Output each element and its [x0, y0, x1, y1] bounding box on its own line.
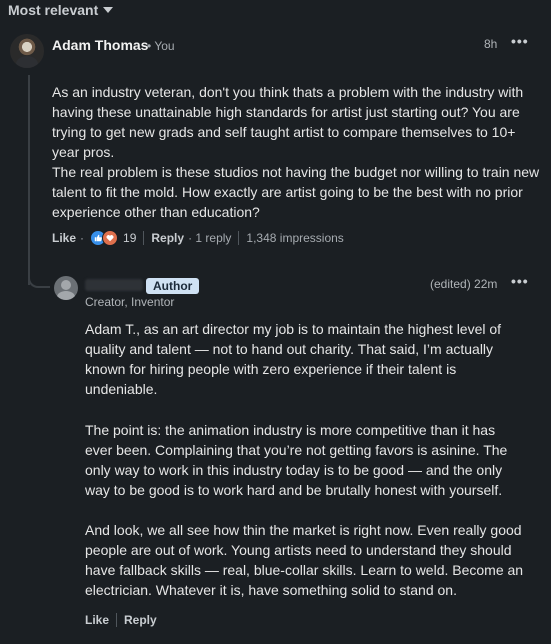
reply-text-paragraph: The point is: the animation industry is … [85, 422, 508, 498]
reply-count[interactable]: · 1 reply [188, 231, 231, 245]
redacted-author-name [85, 279, 143, 291]
you-badge: • You [147, 39, 175, 53]
comment-text-paragraph: As an industry veteran, don't you think … [52, 84, 524, 160]
avatar[interactable] [10, 34, 44, 68]
heart-icon [102, 230, 119, 246]
chevron-down-icon [103, 7, 114, 13]
more-options-icon[interactable]: ••• [511, 273, 529, 289]
comment-actions: Like · 19 Reply · 1 reply 1,348 impressi… [52, 230, 344, 246]
comment-timestamp: 8h [484, 37, 498, 51]
divider [238, 231, 240, 245]
more-options-icon[interactable]: ••• [511, 33, 529, 49]
reaction-count[interactable]: 19 [123, 231, 136, 245]
reply-timestamp: (edited) 22m [430, 277, 498, 291]
comments-panel: Most relevant Adam Thomas • You 8h ••• A… [0, 0, 551, 644]
thread-connector [28, 270, 50, 288]
sort-dropdown[interactable]: Most relevant [8, 2, 114, 18]
divider [116, 613, 118, 627]
reply-text-paragraph: And look, we all see how thin the market… [85, 522, 524, 598]
reply-button[interactable]: Reply [151, 231, 184, 245]
reply-button[interactable]: Reply [124, 613, 157, 627]
comment-author-name[interactable]: Adam Thomas [52, 37, 148, 53]
like-button[interactable]: Like [52, 231, 76, 245]
avatar[interactable] [54, 276, 78, 300]
reply-actions: Like Reply [85, 613, 157, 627]
divider [143, 231, 145, 245]
reply-text-paragraph: Adam T., as an art director my job is to… [85, 321, 502, 397]
author-headline: Creator, Inventor [85, 295, 175, 309]
impressions-count[interactable]: 1,348 impressions [246, 231, 343, 245]
comment-text-paragraph: The real problem is these studios not ha… [52, 164, 540, 220]
like-button[interactable]: Like [85, 613, 109, 627]
separator-dot: · [80, 231, 85, 245]
author-badge: Author [146, 278, 200, 294]
thread-line [28, 75, 30, 285]
reactions[interactable] [90, 230, 119, 246]
sort-label: Most relevant [8, 2, 99, 18]
